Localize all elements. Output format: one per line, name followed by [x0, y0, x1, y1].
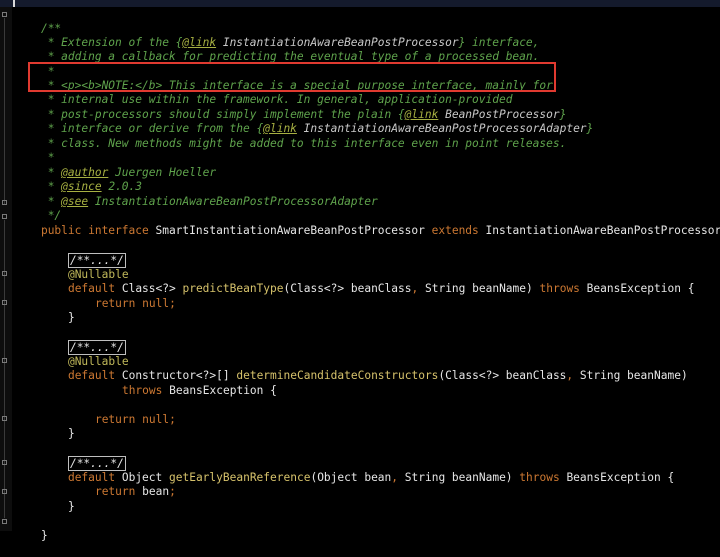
code-line[interactable]: default Object getEarlyBeanReference(Obj…: [41, 457, 674, 484]
code-line[interactable]: }: [41, 413, 75, 440]
code-line[interactable]: * @author Juergen Hoeller: [14, 152, 216, 179]
code-line[interactable]: return null;: [68, 283, 176, 310]
keyword: throws: [121, 384, 163, 397]
code-editor[interactable]: /** * Extension of the {@link Instantiat…: [0, 0, 720, 542]
keyword: null: [135, 413, 170, 426]
highlight-annotation-box: [28, 62, 556, 92]
code-line[interactable]: }: [41, 486, 75, 513]
code-text: BeansException {: [579, 282, 695, 295]
keyword: null: [135, 297, 170, 310]
fold-marker-icon[interactable]: [2, 460, 7, 465]
code-text: (Class<?> beanClass: [283, 282, 412, 295]
comment-text: * class. New methods might be added to t…: [40, 137, 567, 150]
code-text: InstantiationAwareBeanPostProcessor {: [478, 224, 720, 237]
code-line[interactable]: /**...*/: [41, 240, 126, 268]
code-text: BeansException {: [162, 384, 277, 397]
code-text: BeansException {: [559, 471, 675, 484]
code-line[interactable]: */: [14, 195, 61, 222]
method-name: getEarlyBeanReference: [169, 471, 311, 484]
code-text: }: [67, 427, 75, 440]
code-line[interactable]: }: [41, 297, 75, 324]
code-line[interactable]: * interface or derive from the {@link In…: [14, 108, 594, 135]
punctuation: ;: [169, 485, 176, 498]
code-line[interactable]: }: [14, 515, 48, 542]
punctuation: ;: [169, 413, 176, 426]
code-line[interactable]: default Class<?> predictBeanType(Class<?…: [41, 268, 694, 295]
comment-text: InstantiationAwareBeanPostProcessorAdapt…: [88, 195, 378, 208]
code-line[interactable]: * class. New methods might be added to t…: [14, 123, 567, 150]
comment-text: }: [586, 122, 594, 135]
keyword: return: [94, 413, 136, 426]
code-line[interactable]: * @since 2.0.3: [14, 166, 142, 193]
code-line[interactable]: public interface SmartInstantiationAware…: [14, 210, 720, 237]
code-line[interactable]: default Constructor<?>[] determineCandid…: [41, 355, 688, 382]
fold-marker-icon[interactable]: [2, 416, 7, 421]
code-line[interactable]: throws BeansException {: [95, 370, 277, 397]
fold-marker-icon[interactable]: [2, 358, 7, 363]
code-text: String beanName): [418, 282, 540, 295]
code-line[interactable]: /**...*/: [41, 327, 126, 355]
code-line[interactable]: return null;: [68, 399, 176, 426]
fold-marker-icon[interactable]: [2, 489, 7, 494]
keyword: public interface: [40, 224, 149, 237]
code-text: }: [67, 311, 75, 324]
code-text: }: [67, 500, 75, 513]
fold-marker-icon[interactable]: [2, 214, 7, 219]
code-line[interactable]: /**...*/: [41, 443, 126, 471]
keyword: return: [94, 297, 136, 310]
keyword: return: [94, 485, 136, 498]
editor-gutter: [0, 7, 12, 531]
code-text: (Object bean: [310, 471, 392, 484]
fold-guide-line: [4, 18, 5, 204]
code-line[interactable]: *: [14, 137, 55, 164]
code-text: String beanName): [398, 471, 520, 484]
code-line[interactable]: /**: [14, 8, 61, 35]
keyword: throws: [519, 471, 560, 484]
text-caret: [13, 0, 15, 7]
code-line[interactable]: @Nullable: [41, 254, 129, 281]
fold-marker-icon[interactable]: [2, 519, 7, 524]
code-text: String beanName): [573, 369, 688, 382]
code-line[interactable]: * post-processors should simply implemen…: [14, 94, 567, 121]
fold-guide-line: [4, 220, 5, 518]
method-name: predictBeanType: [182, 282, 284, 295]
fold-marker-icon[interactable]: [2, 271, 7, 276]
code-text: (Class<?> beanClass: [438, 369, 567, 382]
code-line[interactable]: * adding a callback for predicting the e…: [14, 36, 540, 63]
editor-top-bar: [0, 0, 720, 7]
fold-marker-icon[interactable]: [2, 12, 7, 17]
interface-name: SmartInstantiationAwareBeanPostProcessor: [148, 224, 432, 237]
fold-marker-icon[interactable]: [2, 300, 7, 305]
code-line[interactable]: return bean;: [68, 471, 176, 498]
code-line[interactable]: * Extension of the {@link InstantiationA…: [14, 22, 540, 49]
keyword: throws: [539, 282, 580, 295]
code-line[interactable]: * @see InstantiationAwareBeanPostProcess…: [14, 181, 378, 208]
doc-see-tag: @see: [61, 195, 89, 208]
code-text: bean: [135, 485, 170, 498]
fold-marker-icon[interactable]: [2, 200, 7, 205]
keyword: extends: [431, 224, 479, 237]
punctuation: ;: [169, 297, 176, 310]
code-line[interactable]: @Nullable: [41, 341, 129, 368]
